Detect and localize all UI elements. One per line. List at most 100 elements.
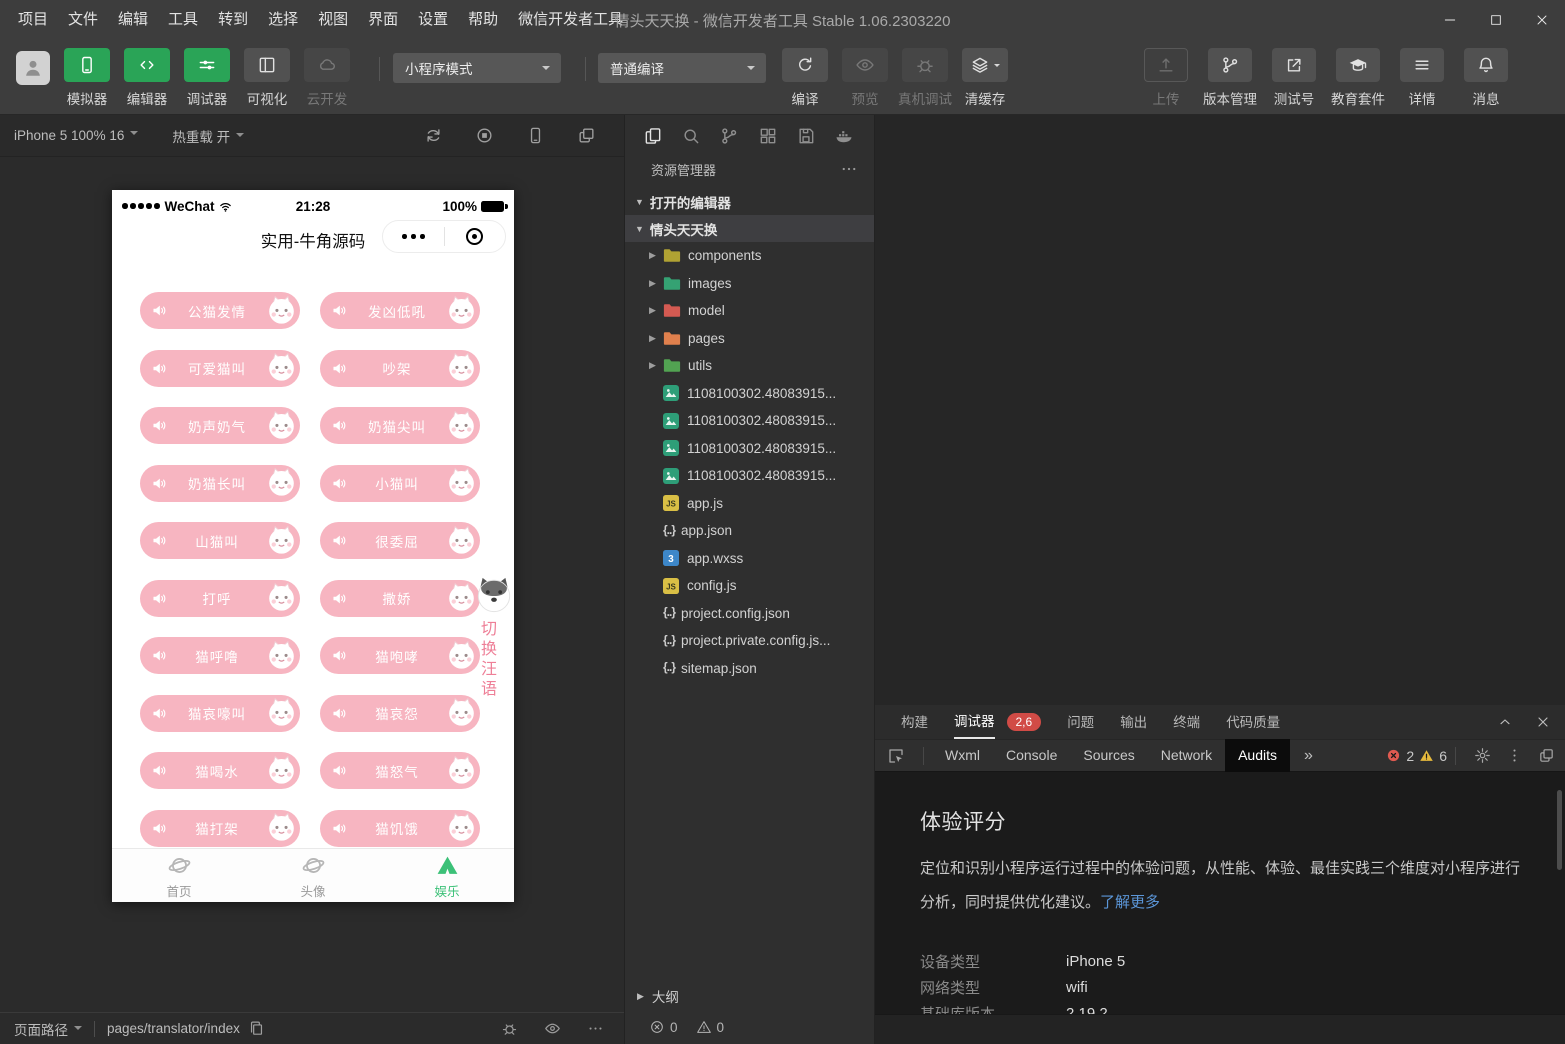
- tree-file[interactable]: JSapp.js: [625, 490, 874, 518]
- sound-button[interactable]: 奶猫尖叫: [320, 407, 480, 444]
- sound-button[interactable]: 小猫叫: [320, 465, 480, 502]
- issue-counts[interactable]: 2 6: [1386, 748, 1447, 764]
- more-menu-button[interactable]: [383, 234, 444, 239]
- menu-item-2[interactable]: 编辑: [108, 0, 158, 40]
- tree-file[interactable]: {..}sitemap.json: [625, 655, 874, 683]
- search-icon[interactable]: [681, 126, 701, 146]
- device-selector[interactable]: iPhone 5 100% 16: [14, 128, 138, 143]
- minimize-button[interactable]: [1427, 0, 1473, 40]
- toolbar-refresh-button[interactable]: 编译: [782, 48, 828, 108]
- menu-item-4[interactable]: 转到: [208, 0, 258, 40]
- toolbar-sliders-button[interactable]: 调试器: [184, 48, 230, 108]
- tree-file[interactable]: JSconfig.js: [625, 572, 874, 600]
- tree-folder-model[interactable]: ▶model: [625, 297, 874, 325]
- section-project-root[interactable]: ▼ 情头天天换: [625, 215, 874, 242]
- tree-file[interactable]: 1108100302.48083915...: [625, 380, 874, 408]
- sound-button[interactable]: 发凶低吼: [320, 292, 480, 329]
- save-icon[interactable]: [796, 126, 816, 146]
- compile-mode-select[interactable]: 普通编译: [598, 53, 766, 83]
- sound-button[interactable]: 奶声奶气: [140, 407, 300, 444]
- appmode-select[interactable]: 小程序模式: [393, 53, 561, 83]
- menu-item-5[interactable]: 选择: [258, 0, 308, 40]
- devtools-tab-wxml[interactable]: Wxml: [945, 739, 980, 772]
- docker-whale-icon[interactable]: [834, 126, 854, 146]
- debugger-tab-构建[interactable]: 构建: [901, 707, 928, 738]
- tree-folder-images[interactable]: ▶images: [625, 270, 874, 298]
- menu-item-9[interactable]: 帮助: [458, 0, 508, 40]
- sound-button[interactable]: 山猫叫: [140, 522, 300, 559]
- tab-首页[interactable]: 首页: [112, 849, 246, 902]
- files-icon[interactable]: [643, 126, 663, 146]
- toolbar-bell-button[interactable]: 消息: [1464, 48, 1508, 108]
- sound-button[interactable]: 猫呼噜: [140, 637, 300, 674]
- tree-file[interactable]: 1108100302.48083915...: [625, 462, 874, 490]
- undock-icon[interactable]: [1538, 747, 1555, 764]
- toolbar-phone-button[interactable]: 模拟器: [64, 48, 110, 108]
- learn-more-link[interactable]: 了解更多: [1100, 894, 1160, 911]
- toolbar-code-button[interactable]: 编辑器: [124, 48, 170, 108]
- debugger-tab-问题[interactable]: 问题: [1067, 707, 1094, 738]
- tree-file[interactable]: {..}project.config.json: [625, 600, 874, 628]
- sound-button[interactable]: 猫怒气: [320, 752, 480, 789]
- tree-file[interactable]: {..}app.json: [625, 517, 874, 545]
- devtools-tab-console[interactable]: Console: [1006, 739, 1057, 772]
- scrollbar-thumb[interactable]: [1557, 790, 1562, 870]
- sound-button[interactable]: 吵架: [320, 350, 480, 387]
- tree-file[interactable]: 1108100302.48083915...: [625, 435, 874, 463]
- devtools-tab-sources[interactable]: Sources: [1083, 739, 1134, 772]
- sound-button[interactable]: 猫哀怨: [320, 695, 480, 732]
- switch-language-label[interactable]: 切换汪语: [478, 620, 500, 700]
- menu-item-6[interactable]: 视图: [308, 0, 358, 40]
- collapse-icon[interactable]: [1497, 714, 1513, 730]
- sound-button[interactable]: 猫哀嚎叫: [140, 695, 300, 732]
- menu-item-7[interactable]: 界面: [358, 0, 408, 40]
- husky-float-button[interactable]: [475, 576, 513, 614]
- exit-button[interactable]: [445, 228, 506, 245]
- menu-item-0[interactable]: 项目: [8, 0, 58, 40]
- sound-button[interactable]: 猫饥饿: [320, 810, 480, 847]
- devtools-tab-network[interactable]: Network: [1161, 739, 1212, 772]
- hot-reload-toggle[interactable]: 热重载 开: [172, 126, 244, 146]
- gear-icon[interactable]: [1474, 747, 1491, 764]
- more-tabs-chevron[interactable]: »: [1304, 747, 1313, 765]
- tree-folder-components[interactable]: ▶components: [625, 242, 874, 270]
- devtools-tab-audits[interactable]: Audits: [1225, 739, 1290, 772]
- sound-button[interactable]: 打呼: [140, 580, 300, 617]
- sound-button[interactable]: 撒娇: [320, 580, 480, 617]
- user-avatar[interactable]: [16, 51, 50, 85]
- debugger-tab-代码质量[interactable]: 代码质量: [1226, 707, 1280, 738]
- tree-folder-utils[interactable]: ▶utils: [625, 352, 874, 380]
- rotate-icon[interactable]: [424, 126, 443, 145]
- tab-娱乐[interactable]: 娱乐: [380, 849, 514, 902]
- eye-icon[interactable]: [544, 1020, 561, 1037]
- tree-folder-pages[interactable]: ▶pages: [625, 325, 874, 353]
- menu-item-8[interactable]: 设置: [408, 0, 458, 40]
- debugger-tab-调试器[interactable]: 调试器: [954, 706, 995, 739]
- close-button[interactable]: [1519, 0, 1565, 40]
- toolbar-layout-button[interactable]: 可视化: [244, 48, 290, 108]
- close-panel-icon[interactable]: [1535, 714, 1551, 730]
- kebab-menu-icon[interactable]: [1506, 747, 1523, 764]
- section-open-editors[interactable]: ▼ 打开的编辑器: [625, 188, 874, 215]
- sound-button[interactable]: 猫咆哮: [320, 637, 480, 674]
- sound-button[interactable]: 猫喝水: [140, 752, 300, 789]
- multi-window-icon[interactable]: [577, 126, 596, 145]
- sound-button[interactable]: 公猫发情: [140, 292, 300, 329]
- tree-file[interactable]: 1108100302.48083915...: [625, 407, 874, 435]
- page-path-label[interactable]: 页面路径: [14, 1019, 82, 1039]
- sound-button[interactable]: 奶猫长叫: [140, 465, 300, 502]
- git-branch-icon[interactable]: [719, 126, 739, 146]
- toolbar-layers-button[interactable]: 清缓存: [962, 48, 1008, 108]
- tree-file[interactable]: 3app.wxss: [625, 545, 874, 573]
- sound-button[interactable]: 猫打架: [140, 810, 300, 847]
- explorer-more-icon[interactable]: [840, 160, 858, 178]
- toolbar-cap-button[interactable]: 教育套件: [1336, 48, 1380, 108]
- menu-item-3[interactable]: 工具: [158, 0, 208, 40]
- maximize-button[interactable]: [1473, 0, 1519, 40]
- menu-item-1[interactable]: 文件: [58, 0, 108, 40]
- sound-button[interactable]: 可爱猫叫: [140, 350, 300, 387]
- inspect-element-icon[interactable]: [887, 747, 905, 765]
- more-dots-icon[interactable]: [587, 1020, 604, 1037]
- device-frame-icon[interactable]: [526, 126, 545, 145]
- toolbar-branch-button[interactable]: 版本管理: [1208, 48, 1252, 108]
